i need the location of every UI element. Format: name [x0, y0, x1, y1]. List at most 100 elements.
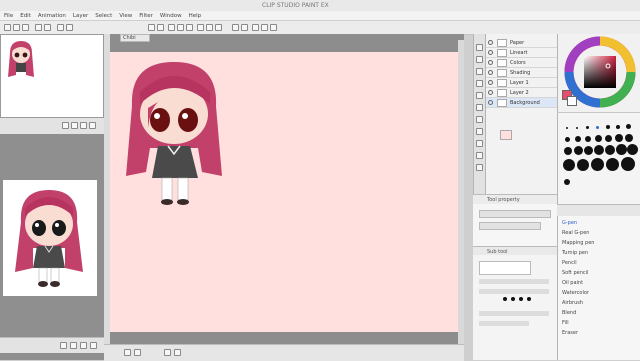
layer-row[interactable]: Shading: [486, 68, 558, 78]
brush-list-item[interactable]: Turnip pen: [562, 250, 588, 256]
delete-layer-icon[interactable]: [476, 140, 483, 147]
prev-image-icon[interactable]: [60, 342, 67, 349]
layer-row[interactable]: Layer 1: [486, 78, 558, 88]
menu-view[interactable]: View: [119, 13, 132, 19]
brush-list-item[interactable]: Watercolor: [562, 290, 589, 296]
actual-size-icon[interactable]: [89, 122, 96, 129]
layer-thumbnail: [497, 69, 507, 77]
brush-list-item[interactable]: Real G-pen: [562, 230, 589, 236]
zoom-out-icon[interactable]: [71, 122, 78, 129]
brush-list-item[interactable]: Oil paint: [562, 280, 583, 286]
save-icon[interactable]: [22, 24, 29, 31]
palette-icon[interactable]: [476, 116, 483, 123]
brush-list-item[interactable]: G-pen: [562, 220, 577, 226]
fit-icon[interactable]: [80, 122, 87, 129]
drawing-canvas[interactable]: [110, 52, 458, 332]
merge-icon[interactable]: [476, 128, 483, 135]
help-icon[interactable]: [261, 24, 268, 31]
lock-icon[interactable]: [476, 56, 483, 63]
visibility-icon[interactable]: [488, 40, 493, 45]
layer-row[interactable]: Layer 2: [486, 88, 558, 98]
fit-view-icon[interactable]: [90, 342, 97, 349]
brush-list-item[interactable]: Soft pencil: [562, 270, 588, 276]
flip-icon[interactable]: [197, 24, 204, 31]
brush-list-item[interactable]: Fill: [562, 320, 569, 326]
visibility-icon[interactable]: [488, 60, 493, 65]
snap-icon[interactable]: [168, 24, 175, 31]
layer-row[interactable]: Lineart: [486, 48, 558, 58]
menu-select[interactable]: Select: [95, 13, 112, 19]
clear-icon[interactable]: [57, 24, 64, 31]
menu-edit[interactable]: Edit: [20, 13, 31, 19]
layer-thumbnail: [497, 79, 507, 87]
rotate-right-icon[interactable]: [174, 349, 181, 356]
stabilization-slider[interactable]: [479, 311, 549, 316]
zoom-out-canvas-icon[interactable]: [124, 349, 131, 356]
opacity-slider[interactable]: [479, 289, 549, 294]
menu-filter[interactable]: Filter: [139, 13, 153, 19]
layer-row[interactable]: Paper: [486, 38, 558, 48]
transform-icon[interactable]: [66, 24, 73, 31]
brush-list-item[interactable]: Blend: [562, 310, 576, 316]
duplicate-icon[interactable]: [476, 152, 483, 159]
sub-color-swatch[interactable]: [567, 96, 577, 106]
layer-name: Layer 2: [510, 90, 529, 96]
redo-icon[interactable]: [44, 24, 51, 31]
assets-icon[interactable]: [270, 24, 277, 31]
zoom-in-canvas-icon[interactable]: [134, 349, 141, 356]
property-slider[interactable]: [479, 210, 551, 218]
menu-layer[interactable]: Layer: [73, 13, 88, 19]
visibility-icon[interactable]: [488, 70, 493, 75]
canvas-tab[interactable]: Chibi: [120, 34, 150, 42]
zoom-icon[interactable]: [215, 24, 222, 31]
rotate-icon[interactable]: [206, 24, 213, 31]
open-file-icon[interactable]: [13, 24, 20, 31]
property-slider[interactable]: [479, 222, 541, 230]
canvas-vertical-scrollbar[interactable]: [458, 40, 464, 350]
menu-window[interactable]: Window: [160, 13, 182, 19]
visibility-icon[interactable]: [488, 80, 493, 85]
mask-icon[interactable]: [476, 92, 483, 99]
layer-icon[interactable]: [241, 24, 248, 31]
navigator-panel: [0, 34, 104, 118]
brush-list-item[interactable]: Airbrush: [562, 300, 583, 306]
tool-property-title: Tool property: [487, 197, 520, 203]
aliasing-slider[interactable]: [479, 321, 529, 326]
folder-icon[interactable]: [476, 164, 483, 171]
ruler-snap-icon[interactable]: [177, 24, 184, 31]
brush-list-item[interactable]: Eraser: [562, 330, 578, 336]
visibility-icon[interactable]: [488, 90, 493, 95]
new-file-icon[interactable]: [4, 24, 11, 31]
invert-selection-icon[interactable]: [157, 24, 164, 31]
menu-file[interactable]: File: [4, 13, 13, 19]
layer-row[interactable]: Colors: [486, 58, 558, 68]
brush-list-panel: G-pen Real G-pen Mapping pen Turnip pen …: [557, 216, 640, 360]
ruler-icon[interactable]: [476, 104, 483, 111]
new-layer-icon[interactable]: [476, 44, 483, 51]
undo-icon[interactable]: [35, 24, 42, 31]
visibility-icon[interactable]: [488, 50, 493, 55]
size-slider[interactable]: [479, 279, 549, 284]
clip-icon[interactable]: [476, 68, 483, 75]
reference-layer-icon[interactable]: [476, 80, 483, 87]
layer-row-selected[interactable]: Background: [486, 98, 558, 108]
visibility-icon[interactable]: [488, 100, 493, 105]
layer-panel: Paper Lineart Colors Shading Layer 1 Lay…: [485, 34, 558, 194]
deselect-icon[interactable]: [148, 24, 155, 31]
window-title: CLIP STUDIO PAINT EX: [262, 2, 329, 9]
next-image-icon[interactable]: [70, 342, 77, 349]
color-wheel-panel: [557, 34, 640, 112]
eyedropper-icon[interactable]: [80, 342, 87, 349]
layer-thumbnail: [497, 99, 507, 107]
menu-animation[interactable]: Animation: [38, 13, 66, 19]
reference-icon[interactable]: [232, 24, 239, 31]
brush-list-item[interactable]: Pencil: [562, 260, 577, 266]
layer-thumbnail: [497, 89, 507, 97]
zoom-in-icon[interactable]: [62, 122, 69, 129]
grid-icon[interactable]: [186, 24, 193, 31]
brush-list-item[interactable]: Mapping pen: [562, 240, 594, 246]
rotate-left-icon[interactable]: [164, 349, 171, 356]
menu-help[interactable]: Help: [189, 13, 202, 19]
settings-icon[interactable]: [252, 24, 259, 31]
paper-color-swatch[interactable]: [500, 130, 512, 140]
